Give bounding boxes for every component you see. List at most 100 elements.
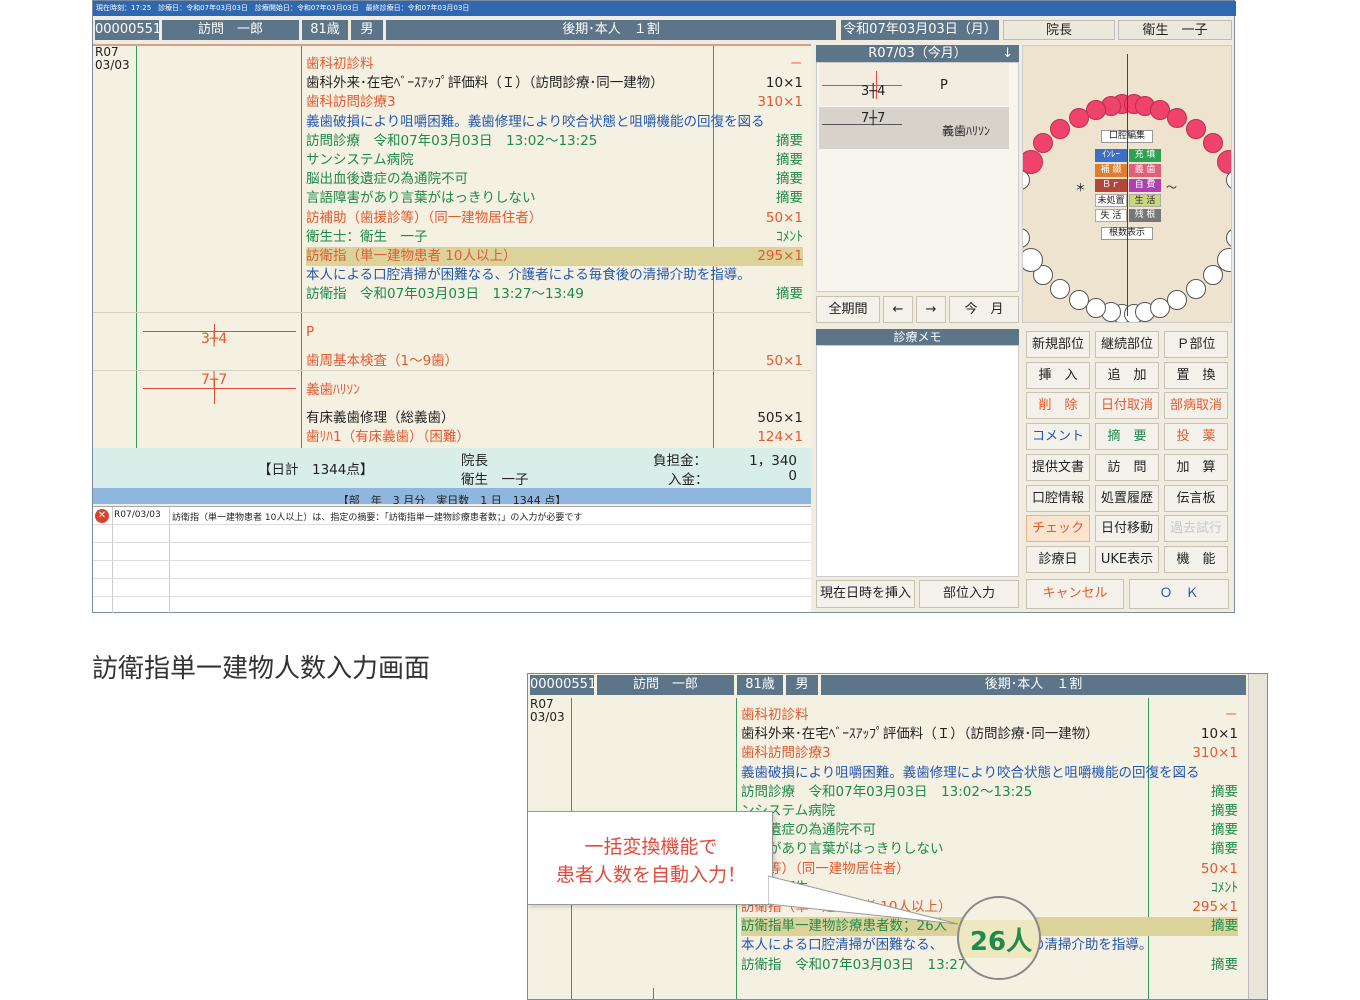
action-button[interactable]: 口腔情報	[1026, 484, 1090, 512]
table-row[interactable]: 障害があり言葉がはっきりしない 摘要	[741, 840, 1238, 859]
all-period-button[interactable]: 全期間	[816, 296, 880, 323]
action-button[interactable]: 置 換	[1164, 361, 1228, 389]
table-row[interactable]: 義歯破損により咀嚼困難。義歯修理により咬合状態と咀嚼機能の回復を図る	[306, 113, 803, 132]
tooth-icon[interactable]	[1023, 149, 1043, 174]
tooth-icon[interactable]	[1203, 132, 1224, 153]
tooth-icon[interactable]	[1217, 149, 1231, 174]
treatment-chip[interactable]: 自 費	[1129, 179, 1161, 192]
ok-button[interactable]: Ｏ Ｋ	[1129, 579, 1229, 609]
tooth-icon[interactable]	[1167, 290, 1188, 311]
tooth-icon[interactable]	[1086, 297, 1107, 318]
tooth-icon[interactable]	[1185, 118, 1206, 139]
dental-chart[interactable]: 口腔編集ｲﾝﾚｰ充 填補 綴義 歯Ｂｒ自 費未処置生 活失 活残 根根数表示＊～	[1022, 45, 1232, 323]
table-row[interactable]: サンシステム病院 摘要	[306, 151, 803, 170]
tooth-icon[interactable]	[1226, 169, 1231, 190]
table-row[interactable]: 歯科訪問診療3 310×1	[306, 93, 803, 112]
tooth-icon[interactable]	[1050, 279, 1071, 300]
table-row[interactable]: 歯科初診料 －	[741, 706, 1238, 725]
tilde-marker[interactable]: ～	[1166, 179, 1177, 195]
tooth-icon[interactable]	[1185, 279, 1206, 300]
table-row[interactable]: 歯科初診料 －	[306, 55, 803, 74]
table-row[interactable]: 歯科訪問診療3 310×1	[741, 744, 1238, 763]
table-row[interactable]: 言語障害があり言葉がはっきりしない 摘要	[306, 189, 803, 208]
action-button[interactable]: 伝言板	[1164, 484, 1228, 512]
star-marker[interactable]: ＊	[1075, 179, 1086, 195]
table-row[interactable]: 訪問診療 令和07年03月03日 13:02～13:25 摘要	[306, 132, 803, 151]
row-value: 摘要	[776, 152, 803, 168]
action-button[interactable]: 摘 要	[1095, 423, 1159, 451]
table-row[interactable]: 訪補助（歯援診等）（同一建物居住者） 50×1	[306, 209, 803, 228]
table-row[interactable]: 義歯破損により咀嚼困難。義歯修理により咬合状態と咀嚼機能の回復を図る	[741, 764, 1238, 783]
treatment-chip[interactable]: 残 根	[1129, 209, 1161, 222]
tooth-icon[interactable]	[1050, 118, 1071, 139]
treatment-chip[interactable]: 未処置	[1095, 194, 1127, 207]
month-selector[interactable]: R07/03（今月） ↓	[816, 45, 1019, 62]
hygienist-select[interactable]: 衛生 一子	[1118, 20, 1232, 40]
tooth-notation-3-4[interactable]: 3┼4	[201, 331, 227, 347]
table-row[interactable]: 訪衛指 令和07年03月03日 13:27～13:49 摘要	[306, 285, 803, 304]
arrow-down-icon[interactable]: ↓	[1002, 45, 1013, 62]
action-button[interactable]: コメント	[1026, 423, 1090, 451]
action-button[interactable]: 診療日	[1026, 545, 1090, 573]
action-button[interactable]: 機 能	[1164, 545, 1228, 573]
tooth-icon[interactable]	[1167, 107, 1188, 128]
action-button[interactable]: 継続部位	[1095, 331, 1159, 358]
tooth-icon[interactable]	[1068, 107, 1089, 128]
reline[interactable]: 歯ﾘﾊ1（有床義歯）（困難）	[306, 428, 470, 447]
action-button[interactable]: チェック	[1026, 515, 1090, 543]
action-button[interactable]: 部病取消	[1164, 392, 1228, 420]
tooth-icon[interactable]	[1032, 132, 1053, 153]
action-button[interactable]: 処置履歴	[1095, 484, 1159, 512]
action-button[interactable]: 削 除	[1026, 392, 1090, 420]
table-row[interactable]: ンシステム病院 摘要	[741, 802, 1238, 821]
action-button[interactable]: 新規部位	[1026, 331, 1090, 358]
tooth-icon[interactable]	[1086, 100, 1107, 121]
table-row[interactable]: 歯科外来･在宅ﾍﾞｰｽｱｯﾌﾟ評価料（Ｉ）（訪問診療･同一建物） 10×1	[306, 74, 803, 93]
action-button[interactable]: 挿 入	[1026, 361, 1090, 389]
table-row[interactable]: 訪問診療 令和07年03月03日 13:02～13:25 摘要	[741, 783, 1238, 802]
tooth-icon[interactable]	[1226, 228, 1231, 249]
patient-name: 訪問 一郎	[162, 20, 299, 40]
history-item[interactable]: 7┼7 義歯ﾊﾘｿﾝ	[819, 107, 1009, 149]
table-row[interactable]: 歯科外来･在宅ﾍﾞｰｽｱｯﾌﾟ評価料（Ｉ）（訪問診療･同一建物） 10×1	[741, 725, 1238, 744]
tooth-icon[interactable]	[1023, 228, 1030, 249]
next-button[interactable]: →	[916, 296, 946, 323]
error-message[interactable]: 訪衛指（単一建物患者 10人以上）は、指定の摘要：「訪衛指単一建物診療患者数；」…	[172, 510, 582, 523]
treatment-chip[interactable]: ｲﾝﾚｰ	[1095, 149, 1127, 162]
denture-repair[interactable]: 有床義歯修理（総義歯）	[306, 409, 455, 428]
tooth-icon[interactable]	[1068, 290, 1089, 311]
action-button[interactable]: 投 薬	[1164, 423, 1228, 451]
row-text: 歯科外来･在宅ﾍﾞｰｽｱｯﾌﾟ評価料（Ｉ）（訪問診療･同一建物）	[306, 75, 664, 92]
this-month-button[interactable]: 今 月	[949, 296, 1019, 323]
action-button[interactable]: Ｐ部位	[1164, 331, 1228, 358]
row-text: 訪補助（歯援診等）（同一建物居住者）	[306, 209, 543, 226]
history-item[interactable]: 3┼4 P	[819, 63, 1009, 106]
table-row[interactable]: 訪衛指（単一建物患者 10人以上） 295×1	[306, 247, 803, 266]
action-button[interactable]: 追 加	[1095, 361, 1159, 389]
prev-button[interactable]: ←	[883, 296, 913, 323]
insert-datetime-button[interactable]: 現在日時を挿入	[816, 580, 915, 608]
part-input-button[interactable]: 部位入力	[919, 580, 1019, 608]
table-row[interactable]: 衛生士：衛生 一子 ｺﾒﾝﾄ	[306, 228, 803, 247]
cancel-button[interactable]: キャンセル	[1026, 579, 1124, 609]
action-button[interactable]: UKE表示	[1095, 545, 1159, 573]
action-button[interactable]: 加 算	[1164, 453, 1228, 481]
doctor-select[interactable]: 院長	[1003, 20, 1115, 40]
treatment-chip[interactable]: 充 填	[1129, 149, 1161, 162]
action-button[interactable]: 提供文書	[1026, 453, 1090, 481]
zoomed-view: 00000551 訪問 一郎 81歳 男 後期･本人 １割 R07 03/03 歯…	[527, 673, 1268, 1000]
tooth-notation-7-7[interactable]: 7┼7	[201, 372, 227, 388]
action-button[interactable]: 日付移動	[1095, 515, 1159, 543]
memo-textarea[interactable]	[816, 345, 1019, 577]
table-row[interactable]: 本人による口腔清掃が困難なる、介護者による毎食後の清掃介助を指導。	[306, 266, 803, 285]
treatment-chip[interactable]: 補 綴	[1095, 164, 1127, 177]
treatment-chip[interactable]: Ｂｒ	[1095, 179, 1127, 192]
treatment-chip[interactable]: 生 活	[1129, 194, 1161, 207]
perio-exam[interactable]: 歯周基本検査（1～9歯）	[306, 352, 458, 371]
table-row[interactable]: 脳出血後遺症の為通院不可 摘要	[306, 170, 803, 189]
action-button[interactable]: 訪 問	[1095, 453, 1159, 481]
action-button[interactable]: 日付取消	[1095, 392, 1159, 420]
treatment-chip[interactable]: 失 活	[1095, 209, 1127, 222]
treatment-chip[interactable]: 義 歯	[1129, 164, 1161, 177]
table-row[interactable]: 血後遺症の為通院不可 摘要	[741, 821, 1238, 840]
